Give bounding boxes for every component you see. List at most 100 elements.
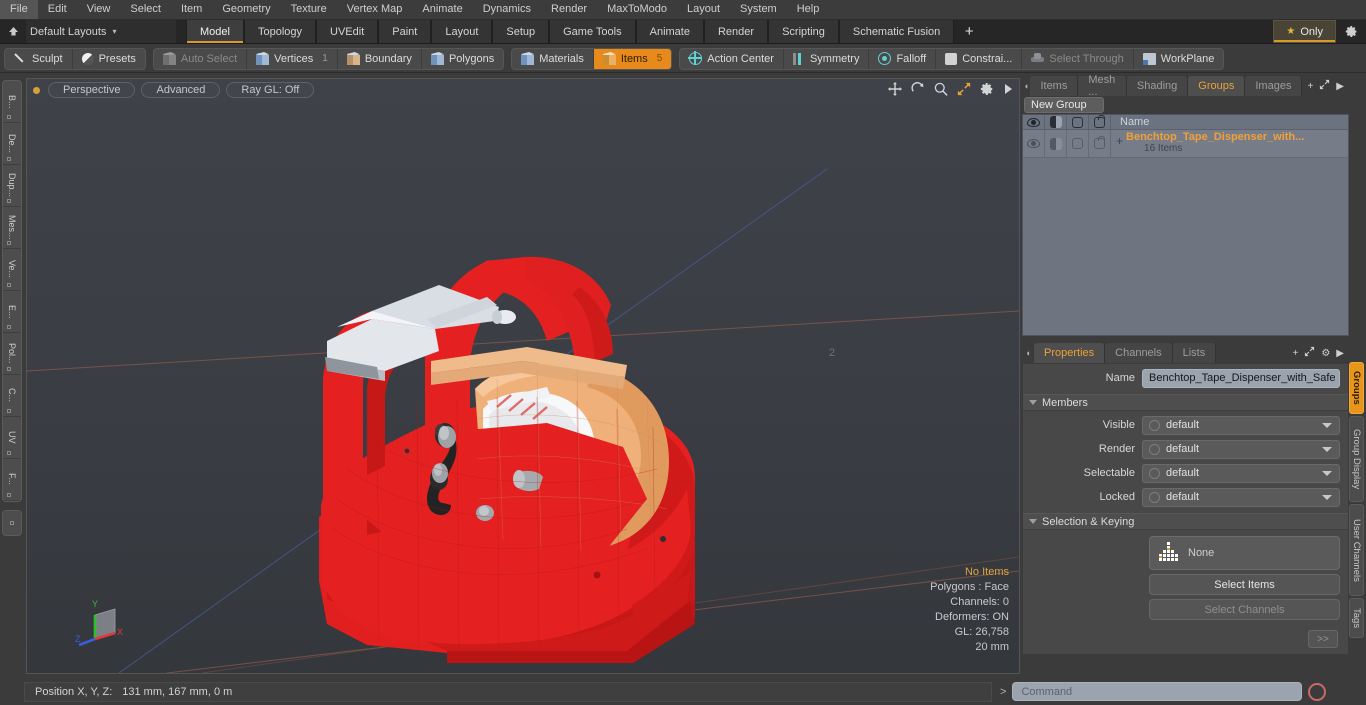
rtab-groups-vertical[interactable]: Groups [1349,362,1364,414]
menu-select[interactable]: Select [120,0,171,19]
tab-uvedit[interactable]: UVEdit [316,20,379,43]
constraint-button[interactable]: Constrai... [936,48,1023,69]
left-tab-fusion[interactable]: F... [3,459,21,501]
rtab-tags-vertical[interactable]: Tags [1349,598,1364,638]
viewport-projection-selector[interactable]: Perspective [48,82,136,98]
left-tab-edge[interactable]: E... [3,291,21,333]
tab-lists[interactable]: Lists [1172,343,1217,363]
rotate-icon[interactable] [911,82,925,98]
menu-help[interactable]: Help [787,0,830,19]
only-toggle-button[interactable]: ★ Only [1273,20,1336,43]
panel-menu-icon[interactable]: ◖ [1022,76,1030,96]
left-tab-vertex[interactable]: Ve... [3,249,21,291]
play-icon[interactable] [1003,83,1013,97]
workplane-button[interactable]: WorkPlane [1134,49,1224,69]
left-tab-polygon[interactable]: Pol... [3,333,21,375]
rtab-images[interactable]: Images [1245,76,1303,96]
tab-scripting[interactable]: Scripting [768,20,839,43]
menu-system[interactable]: System [730,0,787,19]
rtab-shading[interactable]: Shading [1126,76,1189,96]
properties-menu-icon[interactable]: ◖ [1022,343,1034,363]
maximize-icon[interactable] [1319,79,1330,93]
expand-panel-button[interactable]: >> [1308,630,1338,648]
menu-texture[interactable]: Texture [281,0,337,19]
gear-icon[interactable]: ⚙ [1321,348,1330,359]
menu-layout[interactable]: Layout [677,0,730,19]
materials-button[interactable]: Materials [512,48,594,69]
row-render-toggle[interactable] [1045,130,1067,157]
rtab-mesh[interactable]: Mesh ... [1078,74,1127,98]
new-group-button[interactable]: New Group [1024,97,1104,113]
zoom-icon[interactable] [934,82,948,98]
radio-icon[interactable] [1149,419,1160,431]
tab-setup[interactable]: Setup [492,20,550,43]
gear-icon[interactable] [1336,20,1366,43]
selection-keying-section-header[interactable]: Selection & Keying [1023,513,1348,530]
item-list-empty-area[interactable] [1023,158,1348,334]
locked-dropdown[interactable]: default [1142,487,1340,507]
tab-channels[interactable]: Channels [1105,343,1173,363]
tab-paint[interactable]: Paint [378,20,432,43]
fit-icon[interactable] [957,82,971,98]
viewport[interactable]: 2 Perspective Advanced Ray GL: Off No It… [26,78,1020,674]
tab-animate[interactable]: Animate [635,20,704,43]
record-icon[interactable] [1308,682,1327,701]
home-icon[interactable] [0,20,26,43]
selection-set-field[interactable]: None [1149,536,1340,570]
tab-properties[interactable]: Properties [1034,343,1106,363]
tab-schematic-fusion[interactable]: Schematic Fusion [838,20,955,43]
left-tab-basic[interactable]: B... [3,81,21,123]
polygons-button[interactable]: Polygons [422,49,503,69]
rtab-items[interactable]: Items [1030,76,1079,96]
maximize-icon[interactable] [1304,346,1315,360]
rtab-group-display-vertical[interactable]: Group Display [1349,416,1364,502]
add-panel-tab-button[interactable]: + [1307,81,1313,92]
row-select-toggle[interactable] [1067,130,1089,157]
render-dropdown[interactable]: default [1142,439,1340,459]
menu-vertex-map[interactable]: Vertex Map [337,0,413,19]
visible-dropdown[interactable]: default [1142,415,1340,435]
gear-icon[interactable] [980,82,994,98]
menu-render[interactable]: Render [541,0,597,19]
presets-button[interactable]: Presets [73,49,145,69]
row-lock-toggle[interactable] [1089,130,1111,157]
tab-layout[interactable]: Layout [431,20,493,43]
layout-preset-selector[interactable]: Default Layouts ▾ [26,20,176,43]
add-properties-tab-button[interactable]: + [1292,348,1298,359]
left-tab-deform[interactable]: De... [3,123,21,165]
left-tab-mesh[interactable]: Mes... [3,207,21,249]
panel-more-icon[interactable]: ▶ [1336,81,1344,92]
radio-icon[interactable] [1149,491,1160,503]
left-tab-extra[interactable] [2,510,22,536]
name-field[interactable]: Benchtop_Tape_Dispenser_with_Safe [1142,368,1340,388]
panel-more-icon[interactable]: ▶ [1336,348,1344,359]
expander-icon[interactable]: + [1116,131,1123,147]
viewport-shading-selector[interactable]: Advanced [141,82,221,98]
menu-maxtomodo[interactable]: MaxToModo [597,0,677,19]
table-row[interactable]: + Benchtop_Tape_Dispenser_with... 16 Ite… [1023,130,1348,158]
tab-render[interactable]: Render [703,20,769,43]
falloff-button[interactable]: Falloff [869,48,937,69]
left-tab-uv[interactable]: UV [3,417,21,459]
radio-icon[interactable] [1149,443,1160,455]
group-item-list[interactable]: Name + Benchtop_Tape_Dispenser_with... 1… [1022,114,1349,336]
sculpt-button[interactable]: Sculpt [5,48,73,69]
menu-edit[interactable]: Edit [38,0,77,19]
menu-view[interactable]: View [77,0,121,19]
rtab-user-channels-vertical[interactable]: User Channels [1349,504,1364,596]
menu-animate[interactable]: Animate [412,0,472,19]
rtab-groups[interactable]: Groups [1188,76,1246,96]
tab-topology[interactable]: Topology [243,20,317,43]
add-tab-button[interactable]: + [954,20,984,43]
action-center-button[interactable]: Action Center [680,48,784,69]
menu-dynamics[interactable]: Dynamics [473,0,541,19]
axis-gizmo[interactable]: Y X Z [75,595,131,651]
row-visible-toggle[interactable] [1023,130,1045,157]
menu-geometry[interactable]: Geometry [212,0,280,19]
move-icon[interactable] [888,82,902,98]
select-through-button[interactable]: Select Through [1022,48,1134,69]
radio-icon[interactable] [1149,467,1160,479]
selectable-dropdown[interactable]: default [1142,463,1340,483]
vertices-button[interactable]: Vertices 1 [247,48,338,69]
menu-file[interactable]: File [0,0,38,19]
